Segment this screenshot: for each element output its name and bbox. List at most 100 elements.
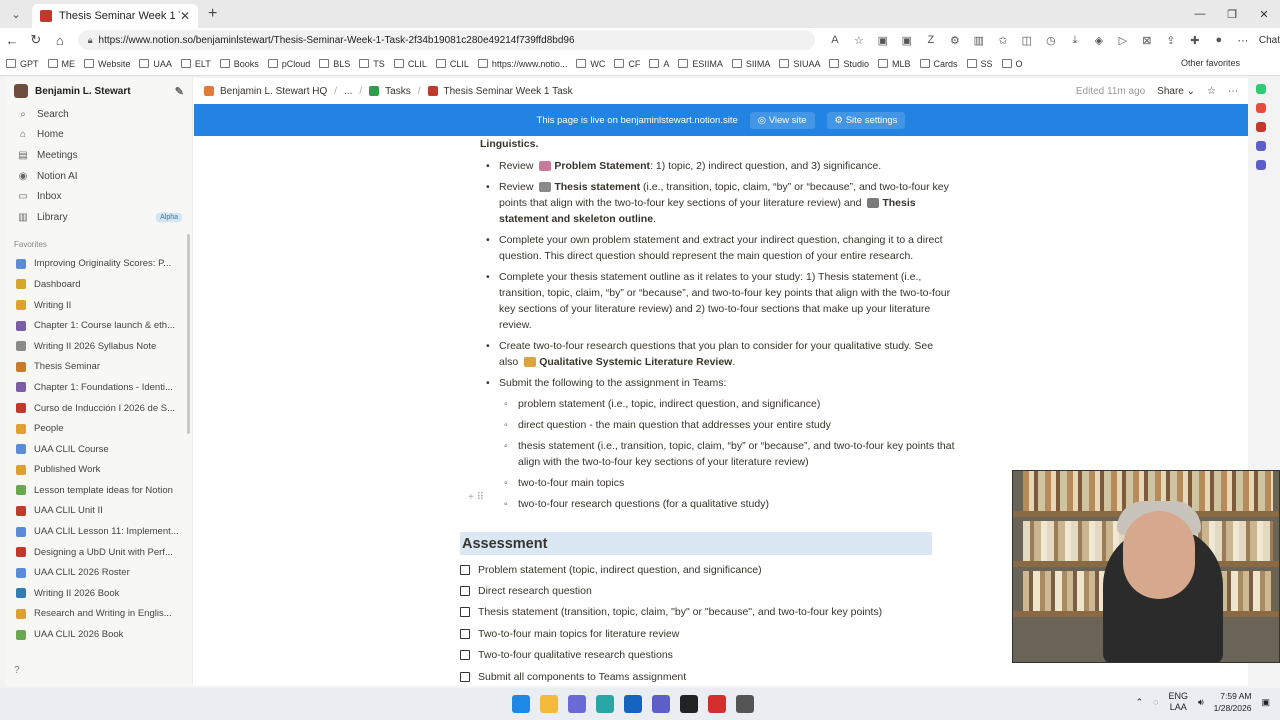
favorite-item[interactable]: UAA CLIL 2026 Roster [6, 562, 192, 583]
favorite-item[interactable]: Research and Writing in Englis... [6, 604, 192, 625]
bookmark-item[interactable]: CLIL [435, 59, 469, 69]
bookmark-item[interactable]: pCloud [267, 59, 310, 69]
refresh-icon[interactable]: ↻ [24, 32, 48, 48]
favorite-item[interactable]: Writing II 2026 Book [6, 583, 192, 604]
favorite-item[interactable]: Thesis Seminar [6, 357, 192, 378]
favorite-item[interactable]: Chapter 1: Foundations - Identi... [6, 377, 192, 398]
sidebar-item-search[interactable]: ⌕ Search [6, 104, 192, 125]
app-icon[interactable] [568, 695, 586, 713]
bookmark-item[interactable]: MLB [877, 59, 911, 69]
favorite-item[interactable]: Improving Originality Scores: P... [6, 254, 192, 275]
bookmark-item[interactable]: SIUAA [779, 59, 820, 69]
favorite-item[interactable]: Writing II [6, 295, 192, 316]
checklist-item[interactable]: Thesis statement (transition, topic, cla… [460, 602, 955, 623]
bookmark-item[interactable]: SIIMA [731, 59, 770, 69]
sub-list-item[interactable]: problem statement (i.e., topic, indirect… [480, 396, 955, 412]
list-item[interactable]: Complete your own problem statement and … [480, 232, 955, 264]
checkbox[interactable] [460, 650, 470, 661]
favorite-item[interactable]: Designing a UbD Unit with Perf... [6, 542, 192, 563]
favorite-item[interactable]: UAA CLIL Unit II [6, 501, 192, 522]
favorites-icon[interactable]: ✩ [991, 34, 1015, 47]
minimize-icon[interactable]: — [1184, 0, 1216, 28]
windows-start-icon[interactable] [512, 695, 530, 713]
tab-actions-icon[interactable]: ⌄ [4, 4, 28, 24]
notifications-icon[interactable]: ▣ [1261, 697, 1270, 708]
sidebar-item-library[interactable]: ▥ Library Alpha [6, 207, 192, 228]
favorite-page-icon[interactable]: ☆ [1207, 86, 1216, 97]
language-indicator[interactable]: ENG LAA [1168, 691, 1188, 713]
site-settings-button[interactable]: ⚙ Site settings [826, 111, 906, 129]
extension-icon[interactable]: ▣ [871, 34, 895, 47]
sidebar-item-inbox[interactable]: ▭ Inbox [6, 186, 192, 207]
bookmark-item[interactable]: CLIL [393, 59, 427, 69]
teams-icon[interactable] [1256, 141, 1266, 151]
list-item[interactable]: Submit the following to the assignment i… [480, 375, 955, 391]
bookmark-item[interactable]: SS [966, 59, 993, 69]
bookmark-item[interactable]: ELT [180, 59, 211, 69]
bookmark-item[interactable]: GPT [6, 59, 39, 69]
bookmark-item[interactable]: https://www.notio... [477, 59, 567, 69]
favorite-star-icon[interactable]: ☆ [847, 34, 871, 47]
favorite-item[interactable]: Published Work [6, 460, 192, 481]
extension-icon[interactable]: Z [919, 34, 943, 47]
chat-button[interactable]: Chat [1259, 35, 1280, 46]
app-icon[interactable] [736, 695, 754, 713]
teams-icon[interactable] [652, 695, 670, 713]
sub-list-item[interactable]: two-to-four main topics [480, 475, 955, 491]
checklist-item[interactable]: Problem statement (topic, indirect quest… [460, 559, 955, 580]
new-page-icon[interactable]: ✎ [175, 85, 184, 98]
breadcrumb-current-page[interactable]: Thesis Seminar Week 1 Task [427, 86, 573, 97]
list-item[interactable]: Review Thesis statement (i.e., transitio… [480, 179, 955, 227]
extension-icon[interactable]: ▣ [895, 34, 919, 47]
clock[interactable]: 7:59 AM 1/28/2026 [1214, 690, 1252, 714]
favorite-item[interactable]: UAA CLIL Course [6, 439, 192, 460]
checkbox[interactable] [460, 671, 470, 682]
bookmark-item[interactable]: UAA [139, 59, 172, 69]
favorite-item[interactable]: Curso de Inducción I 2026 de S... [6, 398, 192, 419]
list-item[interactable]: Review Problem Statement: 1) topic, 2) i… [480, 158, 955, 174]
workspace-switcher[interactable]: Benjamin L. Stewart ✎ [6, 78, 192, 104]
bookmark-item[interactable]: Cards [919, 59, 958, 69]
favorite-item[interactable]: Writing II 2026 Syllabus Note [6, 336, 192, 357]
checklist-item[interactable]: Two-to-four main topics for literature r… [460, 623, 955, 644]
split-screen-icon[interactable]: ▥ [967, 34, 991, 47]
whatsapp-icon[interactable] [1256, 84, 1266, 94]
checklist-item[interactable]: Submit all components to Teams assignmen… [460, 666, 955, 686]
favorite-item[interactable]: People [6, 418, 192, 439]
share-browser-icon[interactable]: ⇪ [1159, 34, 1183, 47]
profile-avatar-icon[interactable]: ● [1207, 34, 1231, 47]
youtube-icon[interactable] [1256, 122, 1266, 132]
browser-tab-active[interactable]: Thesis Seminar Week 1 Task ✕ [32, 4, 198, 28]
bookmark-item[interactable]: ESIIMA [678, 59, 723, 69]
sidebar-scrollbar[interactable] [187, 234, 190, 434]
wifi-icon[interactable]: ◌ [1153, 697, 1158, 707]
sub-list-item[interactable]: thesis statement (i.e., transition, topi… [480, 438, 955, 470]
bookmark-item[interactable]: Website [84, 59, 130, 69]
block-drag-handle-icon[interactable]: + ⠿ [468, 492, 484, 503]
close-window-icon[interactable]: ✕ [1248, 0, 1280, 28]
favorite-item[interactable]: UAA CLIL 2026 Book [6, 624, 192, 645]
bookmark-item[interactable]: Studio [829, 59, 869, 69]
sidebar-item-notion-ai[interactable]: ◉ Notion AI [6, 166, 192, 187]
extensions-puzzle-icon[interactable]: ✚ [1183, 34, 1207, 47]
sidebar-item-home[interactable]: ⌂ Home [6, 125, 192, 146]
checklist-item[interactable]: Direct research question [460, 580, 955, 601]
teams-icon[interactable] [1256, 160, 1266, 170]
bookmark-item[interactable]: TS [359, 59, 385, 69]
checkbox[interactable] [460, 628, 470, 639]
close-tab-icon[interactable]: ✕ [180, 9, 190, 23]
collections-icon[interactable]: ◫ [1015, 34, 1039, 47]
bookmark-item[interactable]: ME [47, 59, 75, 69]
file-explorer-icon[interactable] [540, 695, 558, 713]
checkbox[interactable] [460, 607, 470, 618]
list-item[interactable]: Complete your thesis statement outline a… [480, 269, 955, 333]
favorite-item[interactable]: Lesson template ideas for Notion [6, 480, 192, 501]
other-favorites[interactable]: Other favorites [1181, 58, 1240, 68]
sidebar-item-meetings[interactable]: ▤ Meetings [6, 145, 192, 166]
download-icon[interactable]: ⤓ [1063, 34, 1087, 47]
outlook-icon[interactable] [624, 695, 642, 713]
sub-list-item[interactable]: two-to-four research questions (for a qu… [480, 496, 955, 512]
favorite-item[interactable]: Chapter 1: Course launch & eth... [6, 315, 192, 336]
assessment-heading[interactable]: Assessment [460, 532, 932, 555]
sub-list-item[interactable]: direct question - the main question that… [480, 417, 955, 433]
